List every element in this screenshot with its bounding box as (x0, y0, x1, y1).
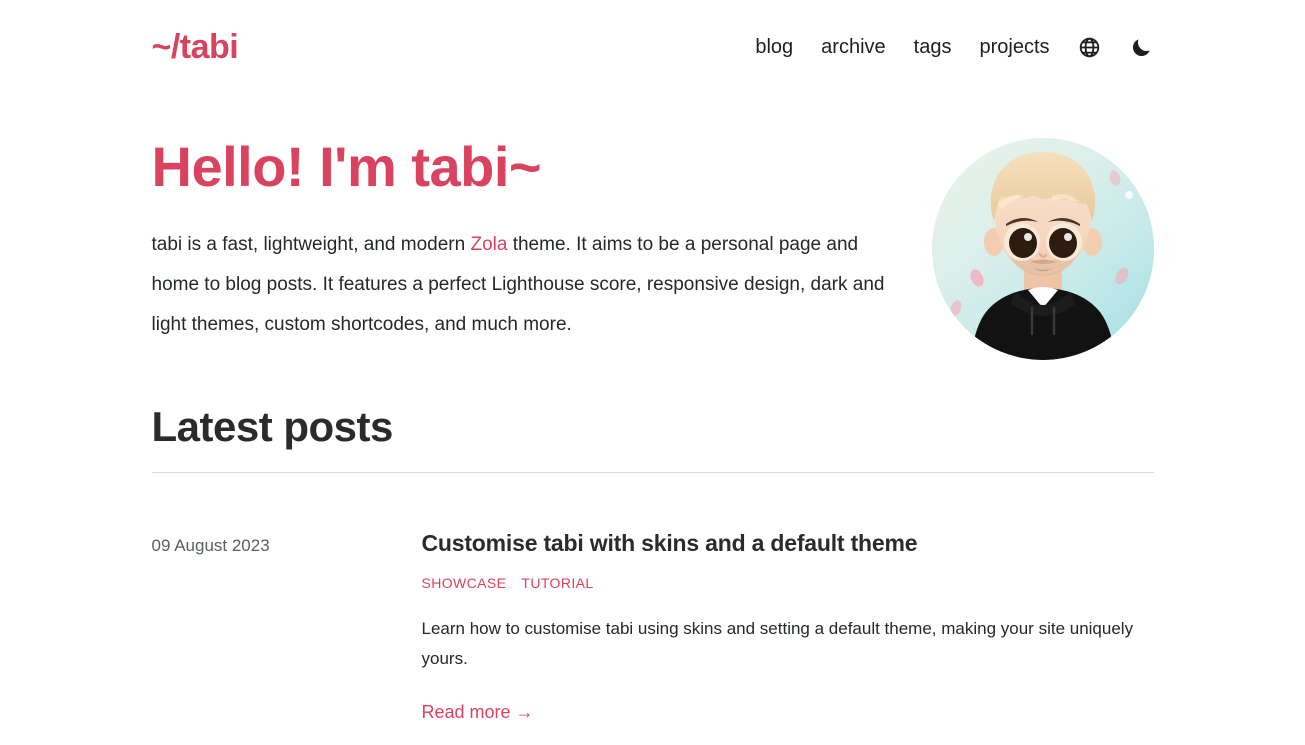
post-tag-tutorial[interactable]: TUTORIAL (521, 575, 593, 591)
post-tags: SHOWCASE TUTORIAL (422, 575, 1154, 591)
nav-link-tags[interactable]: tags (914, 37, 952, 57)
zola-link[interactable]: Zola (470, 234, 507, 255)
latest-posts-section: Latest posts 09 August 2023 Customise ta… (151, 403, 1154, 723)
read-more-link[interactable]: Read more → (422, 702, 534, 723)
post-title-link[interactable]: Customise tabi with skins and a default … (422, 529, 1154, 558)
avatar-illustration (931, 138, 1154, 360)
globe-icon[interactable] (1078, 35, 1102, 59)
site-logo[interactable]: ~/tabi (152, 30, 239, 64)
post-tag-showcase[interactable]: SHOWCASE (422, 575, 507, 591)
content-container: ~/tabi blog archive tags projects Hello!… (151, 0, 1154, 723)
post-description: Learn how to customise tabi using skins … (421, 618, 1134, 668)
nav-link-projects[interactable]: projects (979, 37, 1049, 57)
nav-link-blog[interactable]: blog (755, 37, 793, 57)
page-title: Hello! I'm tabi~ (151, 135, 542, 198)
avatar-image (931, 138, 1154, 360)
post-date: 09 August 2023 (151, 536, 270, 556)
hero-description: tabi is a fast, lightweight, and modern … (152, 225, 892, 345)
page-root: ~/tabi blog archive tags projects Hello!… (0, 0, 1305, 745)
post-list-item: 09 August 2023 Customise tabi with skins… (152, 473, 1154, 723)
hero-section: Hello! I'm tabi~ tabi is a fast, lightwe… (152, 90, 1154, 360)
main-navigation: blog archive tags projects (755, 35, 1153, 59)
avatar (931, 138, 1154, 360)
nav-link-archive[interactable]: archive (821, 37, 885, 57)
read-more-label: Read more (421, 701, 511, 722)
hero-text-block: Hello! I'm tabi~ tabi is a fast, lightwe… (151, 135, 912, 345)
hero-description-part-1: tabi is a fast, lightweight, and modern (151, 233, 471, 255)
moon-icon[interactable] (1130, 35, 1154, 59)
arrow-right-icon: → (515, 701, 534, 722)
section-heading: Latest posts (151, 403, 394, 450)
site-header: ~/tabi blog archive tags projects (152, 0, 1154, 90)
post-body: Customise tabi with skins and a default … (422, 529, 1154, 723)
